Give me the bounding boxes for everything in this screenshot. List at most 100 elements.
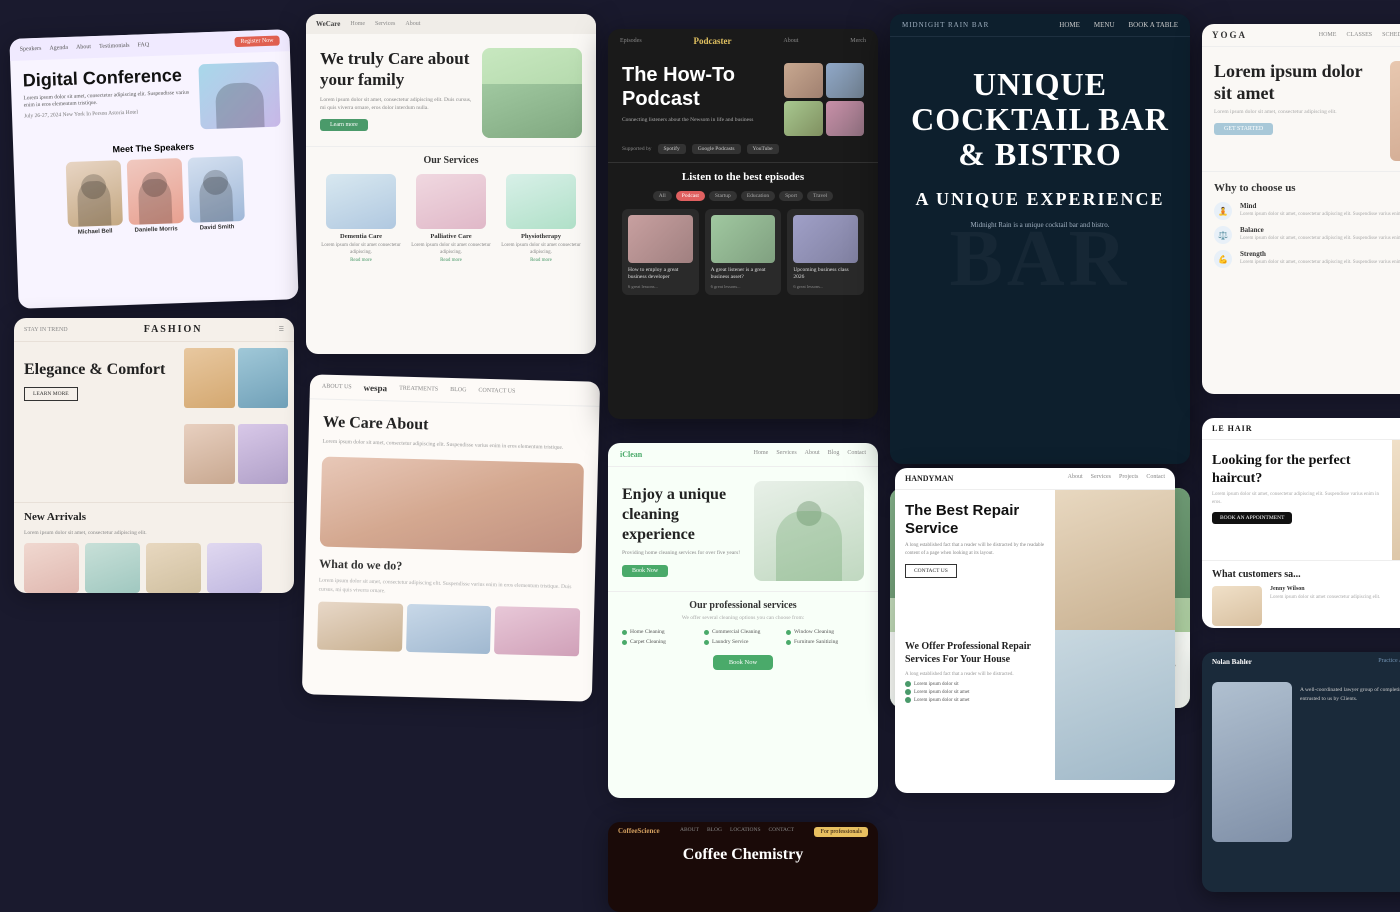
svc-label-2: Commercial Cleaning — [712, 629, 760, 635]
episode-item-1: How to employ a great business developer… — [622, 209, 699, 295]
cleaning-nav-home[interactable]: Home — [754, 450, 769, 459]
cleaning-nav-services[interactable]: Services — [776, 450, 796, 459]
svc-dot-2 — [704, 630, 709, 635]
cleaning-nav-contact[interactable]: Contact — [847, 450, 866, 459]
service-link-2[interactable]: Read more — [440, 258, 462, 263]
speakers-row: Michael Bell Danielle Morris — [26, 155, 284, 238]
coffee-pro-button[interactable]: For professionals — [814, 827, 868, 837]
yoga-card: YOGA HOME CLASSES SCHEDULE ABOUT CONTACT… — [1202, 24, 1400, 394]
handy-nav-services[interactable]: Services — [1091, 474, 1111, 483]
testimonial-text: Jenny Wilson Lorem ipsum dolor sit amet … — [1270, 586, 1400, 626]
yoga-nav-schedule[interactable]: SCHEDULE — [1382, 32, 1400, 38]
handy-check-1: Lorem ipsum dolor sit — [905, 681, 1045, 687]
fashion-image-3 — [184, 424, 235, 484]
cleaning-cta-button[interactable]: Book Now — [622, 565, 668, 577]
handy-nav-projects[interactable]: Projects — [1119, 474, 1138, 483]
fashion-learn-button[interactable]: LEARN MORE — [24, 387, 78, 401]
cleaning-nav-about[interactable]: About — [805, 450, 820, 459]
wespa-nav-contact[interactable]: CONTACT US — [478, 388, 515, 395]
hair-text: Looking for the perfect haircut? Lorem i… — [1202, 440, 1392, 560]
wecare-cta-button[interactable]: Learn more — [320, 119, 368, 131]
tag-all[interactable]: All — [653, 191, 672, 201]
fashion-image-4 — [238, 424, 289, 484]
cleaning-description: Providing home cleaning services for ove… — [622, 549, 744, 557]
cleaning-nav-blog[interactable]: Blog — [828, 450, 840, 459]
cocktail-nav-home[interactable]: HOME — [1059, 21, 1080, 29]
conf-nav-about[interactable]: About — [76, 44, 91, 51]
tag-travel[interactable]: Travel — [807, 191, 833, 201]
conf-nav-faq[interactable]: FAQ — [137, 42, 149, 48]
service-link-3[interactable]: Read more — [530, 258, 552, 263]
wecare-hero: We truly Care about your family Lorem ip… — [306, 34, 596, 146]
coffee-nav-blog[interactable]: BLOG — [707, 827, 722, 837]
conference-speakers-section: Meet The Speakers Michael Bell — [13, 132, 296, 244]
tag-podcast[interactable]: Podcast — [676, 191, 705, 201]
podcast-listen-title: Listen to the best episodes — [622, 171, 864, 183]
conf-nav-testimonials[interactable]: Testimonials — [99, 43, 130, 50]
episode-meta-1: 6 great lessons... — [628, 284, 693, 289]
wespa-what-section: What do we do? Lorem ipsum dolor sit ame… — [304, 546, 595, 609]
fashion-menu-icon[interactable]: ☰ — [279, 326, 284, 333]
wecare-hero-image — [482, 48, 582, 138]
wespa-image-3 — [494, 607, 580, 657]
fashion-product-4 — [207, 543, 262, 593]
wecare-nav-services[interactable]: Services — [375, 21, 395, 27]
yoga-feat-name-1: Mind — [1240, 202, 1400, 210]
wecare-card: WeCare Home Services About We truly Care… — [306, 14, 596, 354]
cleaning-services-title: Our professional services — [622, 600, 864, 611]
googlepodcasts-badge[interactable]: Google Podcasts — [692, 144, 741, 154]
cleaning-nav: iClean Home Services About Blog Contact — [608, 443, 878, 467]
handy-nav-about[interactable]: About — [1068, 474, 1083, 483]
spotify-badge[interactable]: Spotify — [658, 144, 686, 154]
testimonial-review: Lorem ipsum dolor sit amet consectetur a… — [1270, 594, 1400, 601]
platforms-label: Supported by — [622, 146, 652, 152]
podcast-nav-merch[interactable]: Merch — [850, 38, 866, 44]
handy-nav-contact[interactable]: Contact — [1146, 474, 1165, 483]
svc-dot-3 — [786, 630, 791, 635]
wespa-main-image — [320, 456, 584, 553]
podcast-nav-about[interactable]: About — [783, 38, 798, 44]
conf-nav-agenda[interactable]: Agenda — [49, 45, 68, 52]
wespa-nav-about[interactable]: ABOUT US — [322, 384, 352, 391]
cleaning-hero-text: Enjoy a unique cleaning experience Provi… — [622, 485, 744, 576]
cocktail-nav-book[interactable]: BOOK A TABLE — [1129, 21, 1178, 29]
service-desc-1: Lorem ipsum dolor sit amet consectetur a… — [320, 242, 402, 256]
hair-testimonials: Jenny Wilson Lorem ipsum dolor sit amet … — [1212, 586, 1400, 626]
fashion-image-1 — [184, 348, 235, 408]
wespa-nav-treatments[interactable]: TREATMENTS — [399, 386, 438, 393]
svc-item-5: Laundry Service — [704, 639, 782, 645]
svc-dot-6 — [786, 640, 791, 645]
service-link-1[interactable]: Read more — [350, 258, 372, 263]
yoga-cta-button[interactable]: GET STARTED — [1214, 123, 1273, 135]
fashion-nav: STAY IN TREND FASHION ☰ — [14, 318, 294, 342]
podcast-nav-episodes[interactable]: Episodes — [620, 38, 642, 44]
yoga-nav-classes[interactable]: CLASSES — [1346, 32, 1372, 38]
service-item-3: Physiotherapy Lorem ipsum dolor sit amet… — [500, 174, 582, 263]
lawyer-nav-practice[interactable]: Practice Areas — [1378, 658, 1400, 666]
coffee-nav-locations[interactable]: LOCATIONS — [730, 827, 761, 837]
wespa-nav-blog[interactable]: BLOG — [450, 387, 466, 393]
service-item-2: Palliative Care Lorem ipsum dolor sit am… — [410, 174, 492, 263]
handy-contact-button[interactable]: CONTACT US — [905, 564, 957, 578]
wecare-nav-about[interactable]: About — [405, 21, 420, 27]
cocktail-nav-menu[interactable]: MENU — [1094, 21, 1115, 29]
tag-startup[interactable]: Startup — [709, 191, 737, 201]
svc-label-3: Window Cleaning — [794, 629, 834, 635]
wespa-description: Lorem ipsum dolor sit amet, consectetur … — [322, 438, 584, 454]
conf-nav-speakers[interactable]: Speakers — [20, 46, 42, 53]
coffee-nav-contact[interactable]: CONTACT — [769, 827, 795, 837]
yoga-nav-home[interactable]: HOME — [1319, 32, 1337, 38]
podcast-card: Episodes Podcaster About Merch The How-T… — [608, 29, 878, 419]
wecare-nav-home[interactable]: Home — [350, 21, 365, 27]
tag-education[interactable]: Education — [741, 191, 775, 201]
handy-card: HANDYMAN About Services Projects Contact… — [895, 468, 1175, 793]
register-button[interactable]: Register Now — [234, 36, 279, 48]
cleaning-book-button[interactable]: Book Now — [713, 655, 773, 670]
coffee-nav-about[interactable]: ABOUT — [680, 827, 699, 837]
cocktail-nav: MIDNIGHT RAIN BAR HOME MENU BOOK A TABLE — [890, 14, 1190, 37]
speaker-name-3: David Smith — [200, 224, 235, 231]
tag-sport[interactable]: Sport — [779, 191, 803, 201]
hair-book-button[interactable]: BOOK AN APPOINTMENT — [1212, 512, 1292, 524]
handy-lower-image — [1055, 630, 1175, 780]
youtube-badge[interactable]: YouTube — [747, 144, 779, 154]
